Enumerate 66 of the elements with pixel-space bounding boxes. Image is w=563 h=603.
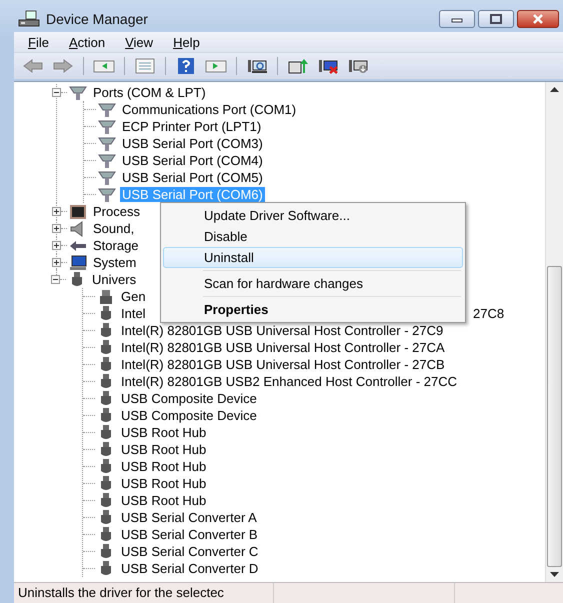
tree-item[interactable]: USB Composite Device (119, 408, 259, 423)
tree-item[interactable]: Intel(R) 82801GB USB Universal Host Controller - 27CA (119, 340, 447, 355)
monitor-icon (69, 254, 87, 270)
tree-item[interactable]: Intel(R) 82801GB USB2 Enhanced Host Controller - 27CC (119, 374, 459, 389)
collapse-icon[interactable] (52, 88, 61, 97)
window-title: Device Manager (46, 11, 148, 27)
chip-icon (69, 204, 87, 220)
computer-icon (18, 10, 40, 28)
maximize-icon (489, 14, 503, 24)
expand-icon[interactable] (52, 241, 61, 250)
tree-item[interactable]: USB Serial Converter C (119, 544, 260, 559)
tree-item[interactable]: USB Serial Converter A (119, 510, 259, 525)
scrollbar[interactable] (545, 82, 563, 582)
port-connector-icon (98, 170, 116, 186)
tree-item[interactable]: ECP Printer Port (LPT1) (120, 119, 264, 134)
menu-item[interactable]: View (125, 34, 154, 50)
expand-icon[interactable] (52, 207, 61, 216)
menu-item[interactable]: Update Driver Software... (163, 205, 463, 226)
tree-item[interactable]: Process (91, 204, 142, 219)
port-connector-icon (98, 118, 116, 134)
port-connector-icon (98, 102, 116, 118)
tree-item[interactable]: USB Root Hub (119, 476, 208, 491)
port-connector-icon (98, 152, 116, 168)
expand-icon[interactable] (52, 224, 61, 233)
device-icon (97, 288, 115, 304)
maximize-button[interactable] (478, 10, 514, 28)
port-connector-icon (98, 136, 116, 152)
tree-item[interactable]: USB Serial Port (COM3) (120, 136, 265, 151)
tree-item[interactable]: USB Serial Port (COM4) (120, 153, 265, 168)
tree-item[interactable]: USB Serial Converter D (119, 561, 260, 576)
tree-item[interactable]: Gen (119, 289, 148, 304)
close-icon (531, 14, 545, 24)
close-button[interactable] (517, 10, 559, 28)
scroll-up-icon[interactable] (550, 87, 559, 92)
tree-item[interactable]: USB Root Hub (119, 459, 208, 474)
status-text: Uninstalls the driver for the selectec (14, 583, 274, 603)
tree-item[interactable]: USB Root Hub (119, 425, 208, 440)
tree-item[interactable]: System (91, 255, 138, 270)
scroll-thumb[interactable] (547, 266, 562, 567)
tree-item[interactable]: Intel(R) 82801GB USB Universal Host Controller - 27C9 (119, 323, 446, 338)
tree-item[interactable]: USB Serial Port (COM5) (120, 170, 265, 185)
tree-item[interactable]: USB Serial Converter B (119, 527, 260, 542)
port-connector-icon (98, 186, 116, 202)
menu-item[interactable]: Action (68, 34, 106, 50)
tree-item[interactable]: Intel (119, 306, 148, 321)
tree-item[interactable]: USB Root Hub (119, 493, 208, 508)
port-connector-icon (69, 84, 87, 100)
menu-item[interactable]: Scan for hardware changes (163, 273, 463, 294)
scroll-down-icon[interactable] (550, 572, 559, 577)
menu-item[interactable]: Uninstall (163, 247, 463, 268)
minimize-button[interactable] (439, 10, 475, 28)
tree-item[interactable]: Communications Port (COM1) (120, 102, 298, 117)
tree-item[interactable]: Storage (91, 238, 141, 253)
tree-item[interactable]: USB Root Hub (119, 442, 208, 457)
tree-item[interactable]: Intel(R) 82801GB USB Universal Host Controller - 27CB (119, 357, 447, 372)
tree-item[interactable]: Univers (90, 272, 138, 287)
tree-item-text: 27C8 (473, 306, 504, 321)
expand-icon[interactable] (52, 258, 61, 267)
menu-item[interactable]: Properties (163, 299, 463, 320)
tree-item[interactable]: Ports (COM & LPT) (91, 85, 208, 100)
collapse-icon[interactable] (51, 275, 60, 284)
tree-item[interactable]: USB Composite Device (119, 391, 259, 406)
menu-item[interactable]: Help (173, 34, 200, 50)
tree-item[interactable]: Sound, (91, 221, 136, 236)
menu-item[interactable]: File (28, 34, 49, 50)
menu-item[interactable]: Disable (163, 226, 463, 247)
